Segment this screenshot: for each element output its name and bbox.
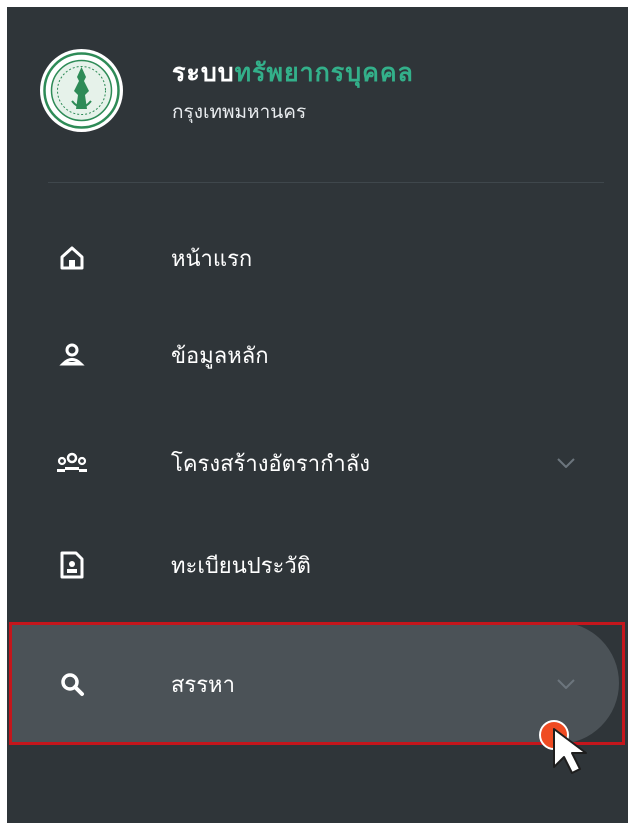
nav-label-workforce-structure: โครงสร้างอัตรากำลัง [171,451,370,477]
divider [48,182,604,183]
nav-item-home[interactable]: หน้าแรก [7,218,628,298]
nav-label-home: หน้าแรก [171,246,253,272]
app-title: ระบบทรัพยากรบุคคล [172,56,414,90]
mouse-cursor-icon [522,705,592,779]
nav-item-master-data[interactable]: ข้อมูลหลัก [7,315,628,395]
nav-label-master-data: ข้อมูลหลัก [171,343,269,369]
nav-item-personnel-records[interactable]: ทะเบียนประวัติ [7,525,628,605]
app-title-part1: ระบบ [172,58,235,87]
profile-document-icon [55,548,89,582]
app-subtitle: กรุงเทพมหานคร [172,101,307,123]
app-title-part2: ทรัพยากรบุคคล [234,58,414,87]
user-icon [55,338,89,372]
nav-label-personnel-records: ทะเบียนประวัติ [171,553,311,579]
brand-header[interactable]: ระบบทรัพยากรบุคคล กรุงเทพมหานคร [40,49,414,132]
nav-item-workforce-structure[interactable]: โครงสร้างอัตรากำลัง [7,423,628,503]
group-icon [55,446,89,480]
home-icon [55,241,89,275]
chevron-down-icon[interactable] [555,452,577,474]
bangkok-seal-icon [40,49,123,132]
